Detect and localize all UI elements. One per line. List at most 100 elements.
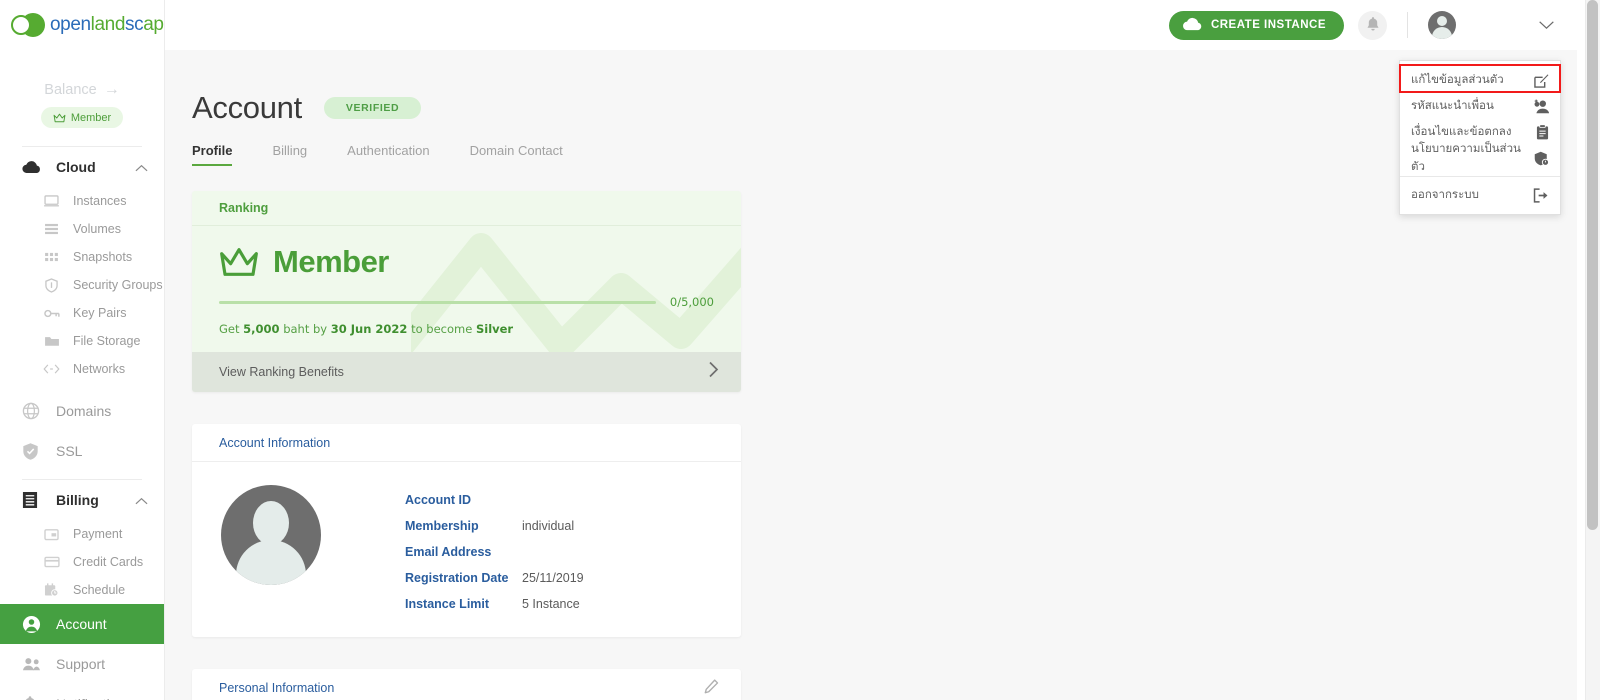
tab-profile[interactable]: Profile [192,143,233,166]
logo-mark-icon [8,12,52,38]
sidebar-item-instances-label: Instances [73,194,127,208]
chevron-right-icon [708,361,719,383]
shield-icon [43,277,60,293]
scrollbar-thumb[interactable] [1587,0,1598,530]
note-tier: Silver [475,322,514,336]
balance-link[interactable]: Balance → [0,81,164,99]
tab-authentication[interactable]: Authentication [347,143,429,166]
info-row-account-id: Account ID [405,487,584,513]
calendar-clock-icon [43,583,60,597]
sidebar-item-security-groups[interactable]: Security Groups [0,271,164,299]
sidebar-item-ssl[interactable]: SSL [0,431,164,471]
crown-icon [53,113,66,122]
personal-information-header: Personal Information [192,669,741,700]
info-label: Membership [405,519,479,533]
sidebar-item-domains-label: Domains [56,403,112,419]
ranking-tier: Member [273,244,389,279]
privacy-shield-icon [1534,151,1549,166]
chevron-up-icon [135,159,148,175]
sidebar-item-support-label: Support [56,656,106,672]
ranking-card-body: Member 0/5,000 Get 5,000 baht by 30 Jun … [192,226,741,352]
menu-item-label: เงื่อนไขและข้อตกลง [1411,124,1512,138]
note-suffix: to become [407,322,476,336]
view-ranking-benefits-label: View Ranking Benefits [219,365,344,379]
ranking-progress: 0/5,000 [219,295,714,309]
people-icon [22,657,42,671]
menu-item-label: นโยบายความเป็นส่วนตัว [1411,141,1521,173]
sidebar-item-networks[interactable]: Networks [0,355,164,383]
member-badge[interactable]: Member [41,107,123,128]
sidebar-group-cloud-label: Cloud [56,159,96,175]
note-prefix: Get [219,322,244,336]
sidebar-item-support[interactable]: Support [0,644,164,684]
progress-bar [219,300,656,304]
folder-icon [43,335,60,347]
sidebar-item-snapshots[interactable]: Snapshots [0,243,164,271]
sidebar-item-credit-cards[interactable]: Credit Cards [0,548,164,576]
user-circle-icon [22,615,42,634]
note-mid: baht by [279,322,331,336]
sidebar-item-ssl-label: SSL [56,443,83,459]
personal-information-title: Personal Information [219,680,335,695]
sidebar-item-notifications[interactable]: Notifications [0,684,164,700]
account-information-card: Account Information Account ID Membershi… [192,424,741,637]
bell-icon [22,695,42,700]
sidebar-item-payment-label: Payment [73,527,123,541]
chevron-down-icon[interactable] [1538,18,1555,33]
create-instance-button[interactable]: CREATE INSTANCE [1168,10,1344,40]
tab-domain-contact[interactable]: Domain Contact [470,143,563,166]
status-badge: VERIFIED [323,97,422,119]
info-row-registration-date: Registration Date 25/11/2019 [405,565,584,591]
account-information-body: Account ID Membership individual Email A… [192,462,741,637]
menu-item-label: แก้ไขข้อมูลส่วนตัว [1411,72,1504,86]
account-information-list: Account ID Membership individual Email A… [405,482,584,617]
menu-item-privacy-policy[interactable]: นโยบายความเป็นส่วนตัว [1400,141,1560,173]
brand-logo[interactable]: openlandscape [0,0,164,50]
main-content: Account VERIFIED Profile Billing Authent… [165,50,1577,700]
pencil-icon[interactable] [704,678,719,697]
arrow-right-icon: → [103,81,120,98]
cloud-icon [1182,17,1203,34]
menu-item-label: รหัสแนะนำเพื่อน [1411,98,1494,112]
sidebar-item-key-pairs[interactable]: Key Pairs [0,299,164,327]
sidebar-item-key-pairs-label: Key Pairs [73,306,127,320]
ranking-note: Get 5,000 baht by 30 Jun 2022 to become … [219,322,714,336]
info-label: Registration Date [405,571,509,585]
sidebar-item-instances[interactable]: Instances [0,187,164,215]
progress-value-label: 0/5,000 [669,295,714,309]
sidebar-item-volumes[interactable]: Volumes [0,215,164,243]
tab-billing[interactable]: Billing [272,143,307,166]
sidebar-item-notifications-label: Notifications [56,696,132,700]
page-title: Account [192,90,302,125]
sidebar-group-billing[interactable]: Billing [0,480,164,520]
info-value: 5 Instance [522,597,580,611]
sidebar-item-schedule-label: Schedule [73,583,126,597]
page-header: Account VERIFIED [165,50,1577,126]
logo-text-ape: ape [143,14,164,35]
sidebar-item-account[interactable]: Account [0,604,164,644]
shield-check-icon [22,442,42,461]
member-badge-label: Member [70,111,112,124]
sidebar-item-domains[interactable]: Domains [0,391,164,431]
account-information-title: Account Information [219,435,331,450]
menu-item-logout[interactable]: ออกจากระบบ [1400,182,1560,208]
sidebar-item-snapshots-label: Snapshots [73,250,133,264]
sidebar-item-payment[interactable]: Payment [0,520,164,548]
sidebar-item-account-label: Account [56,616,107,632]
globe-icon [22,402,42,420]
sidebar-item-file-storage[interactable]: File Storage [0,327,164,355]
menu-item-edit-profile[interactable]: แก้ไขข้อมูลส่วนตัว [1400,67,1560,93]
sidebar-group-cloud[interactable]: Cloud [0,147,164,187]
view-ranking-benefits-button[interactable]: View Ranking Benefits [192,352,741,392]
note-amount: 5,000 [243,322,280,336]
sidebar-item-networks-label: Networks [73,362,126,376]
sidebar-item-credit-cards-label: Credit Cards [73,555,144,569]
account-information-header: Account Information [192,424,741,462]
logo-text-sc: sc [125,14,144,35]
info-value: individual [522,519,575,533]
logo-wordmark: openlandscape [50,14,164,36]
notifications-bell-button[interactable] [1358,10,1387,40]
sidebar-item-schedule[interactable]: Schedule [0,576,164,604]
avatar[interactable] [1428,11,1456,39]
menu-item-referral-code[interactable]: รหัสแนะนำเพื่อน [1400,93,1560,119]
